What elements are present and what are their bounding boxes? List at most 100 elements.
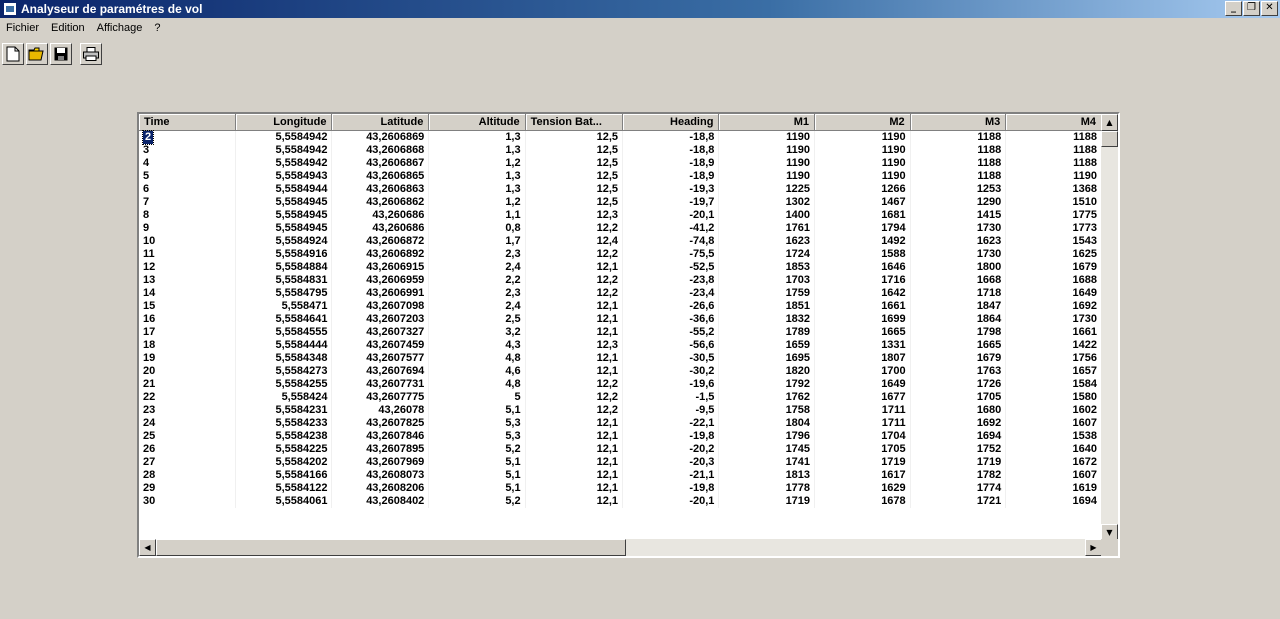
table-cell[interactable]: 1726	[910, 378, 1007, 391]
table-cell[interactable]: 5,5584444	[235, 339, 333, 352]
table-cell[interactable]: 5,1	[428, 404, 526, 417]
table-cell[interactable]: 1584	[1005, 378, 1102, 391]
table-cell[interactable]: 1510	[1005, 196, 1102, 209]
table-cell[interactable]: 1225	[718, 183, 816, 196]
table-cell[interactable]: 1730	[910, 248, 1007, 261]
table-cell[interactable]: 1,2	[428, 196, 526, 209]
table-cell[interactable]: 1679	[1005, 261, 1102, 274]
table-cell[interactable]: 1190	[718, 157, 816, 170]
table-cell[interactable]: 1188	[1005, 144, 1102, 157]
table-cell[interactable]: 5,5584945	[235, 209, 333, 222]
table-cell[interactable]: 5,5584942	[235, 130, 333, 144]
table-cell-time[interactable]: 18	[139, 339, 236, 352]
table-cell[interactable]: 1759	[718, 287, 816, 300]
table-cell-time[interactable]: 4	[139, 157, 236, 170]
table-cell[interactable]: 1625	[1005, 248, 1102, 261]
table-cell-time[interactable]: 10	[139, 235, 236, 248]
column-header-heading[interactable]: Heading	[622, 114, 720, 131]
table-cell[interactable]: 1745	[718, 443, 816, 456]
table-cell[interactable]: -20,3	[622, 456, 720, 469]
table-cell[interactable]: 1695	[718, 352, 816, 365]
table-cell-time[interactable]: 27	[139, 456, 236, 469]
table-cell[interactable]: 12,1	[525, 365, 624, 378]
table-cell[interactable]: 1692	[910, 417, 1007, 430]
table-cell[interactable]: 1,3	[428, 130, 526, 144]
table-cell[interactable]: 43,2606872	[331, 235, 430, 248]
table-cell[interactable]: -55,2	[622, 326, 720, 339]
table-cell[interactable]: 1752	[910, 443, 1007, 456]
table-cell[interactable]: 1190	[718, 170, 816, 183]
table-cell[interactable]: 1368	[1005, 183, 1102, 196]
table-cell[interactable]: 1188	[910, 144, 1007, 157]
column-header-m1[interactable]: M1	[718, 114, 816, 131]
table-row[interactable]: 3 5,5584942 43,2606868 1,3 12,5 -18,8 1190 1190…	[139, 144, 1102, 157]
table-cell[interactable]: 1657	[1005, 365, 1102, 378]
table-cell[interactable]: 1778	[718, 482, 816, 495]
column-header-m3[interactable]: M3	[910, 114, 1007, 131]
table-cell[interactable]: 1851	[718, 300, 816, 313]
table-cell-time[interactable]: 3	[139, 144, 236, 157]
table-cell[interactable]: -19,3	[622, 183, 720, 196]
table-cell[interactable]: 1,2	[428, 157, 526, 170]
table-cell-time[interactable]: 30	[139, 495, 236, 508]
table-cell[interactable]: 2,4	[428, 300, 526, 313]
table-cell[interactable]: 1543	[1005, 235, 1102, 248]
table-cell[interactable]: -23,4	[622, 287, 720, 300]
table-cell[interactable]: 1724	[718, 248, 816, 261]
table-cell[interactable]: 1190	[718, 144, 816, 157]
table-cell[interactable]: 1692	[1005, 300, 1102, 313]
table-cell[interactable]: 1741	[718, 456, 816, 469]
table-cell[interactable]: 0,8	[428, 222, 526, 235]
table-row[interactable]: 16 5,5584641 43,2607203 2,5 12,1 -36,6 1832 169…	[139, 313, 1102, 326]
table-cell[interactable]: 1680	[910, 404, 1007, 417]
table-cell[interactable]: 12,5	[525, 157, 624, 170]
table-cell[interactable]: 1188	[1005, 130, 1102, 144]
table-cell[interactable]: 5	[428, 391, 526, 404]
table-cell[interactable]: 43,2606865	[331, 170, 430, 183]
table-row[interactable]: 30 5,5584061 43,2608402 5,2 12,1 -20,1 1719 167…	[139, 495, 1102, 508]
table-cell[interactable]: 12,3	[525, 209, 624, 222]
table-cell[interactable]: 2,4	[428, 261, 526, 274]
table-cell[interactable]: -9,5	[622, 404, 720, 417]
table-cell[interactable]: 1253	[910, 183, 1007, 196]
table-cell[interactable]: 1721	[910, 495, 1007, 508]
table-cell[interactable]: 4,3	[428, 339, 526, 352]
table-cell[interactable]: 43,2607694	[331, 365, 430, 378]
table-cell[interactable]: 1677	[814, 391, 911, 404]
table-cell[interactable]: 1688	[1005, 274, 1102, 287]
table-cell[interactable]: 5,5584273	[235, 365, 333, 378]
table-cell[interactable]: 5,5584924	[235, 235, 333, 248]
table-row[interactable]: 22 5,558424 43,2607775 5 12,2 -1,5 1762 1677 170…	[139, 391, 1102, 404]
save-button[interactable]	[50, 43, 72, 65]
table-cell[interactable]: 1607	[1005, 417, 1102, 430]
table-cell[interactable]: 43,2606862	[331, 196, 430, 209]
table-cell[interactable]: 1730	[1005, 313, 1102, 326]
table-row[interactable]: 6 5,5584944 43,2606863 1,3 12,5 -19,3 1225 1266…	[139, 183, 1102, 196]
table-cell[interactable]: -19,7	[622, 196, 720, 209]
table-cell[interactable]: -30,2	[622, 365, 720, 378]
table-cell[interactable]: 12,1	[525, 495, 624, 508]
table-cell[interactable]: 43,26078	[331, 404, 430, 417]
table-cell[interactable]: -75,5	[622, 248, 720, 261]
table-cell-time[interactable]: 16	[139, 313, 236, 326]
table-cell[interactable]: 5,5584231	[235, 404, 333, 417]
table-cell-time[interactable]: 7	[139, 196, 236, 209]
table-cell-time[interactable]: 9	[139, 222, 236, 235]
table-cell[interactable]: 1,3	[428, 183, 526, 196]
table-cell[interactable]: 12,1	[525, 313, 624, 326]
table-cell[interactable]: 12,5	[525, 196, 624, 209]
table-cell[interactable]: 1422	[1005, 339, 1102, 352]
table-cell[interactable]: 1588	[814, 248, 911, 261]
table-cell[interactable]: 12,1	[525, 352, 624, 365]
table-cell[interactable]: 1649	[814, 378, 911, 391]
table-cell[interactable]: 2,3	[428, 287, 526, 300]
table-cell[interactable]: 5,3	[428, 417, 526, 430]
table-cell[interactable]: -18,8	[622, 130, 720, 144]
table-cell[interactable]: 43,2607731	[331, 378, 430, 391]
table-cell[interactable]: 43,2606959	[331, 274, 430, 287]
table-cell[interactable]: 1794	[814, 222, 911, 235]
table-cell[interactable]: 5,558424	[235, 391, 333, 404]
table-cell[interactable]: 1640	[1005, 443, 1102, 456]
table-cell[interactable]: 4,6	[428, 365, 526, 378]
table-cell[interactable]: 1661	[1005, 326, 1102, 339]
